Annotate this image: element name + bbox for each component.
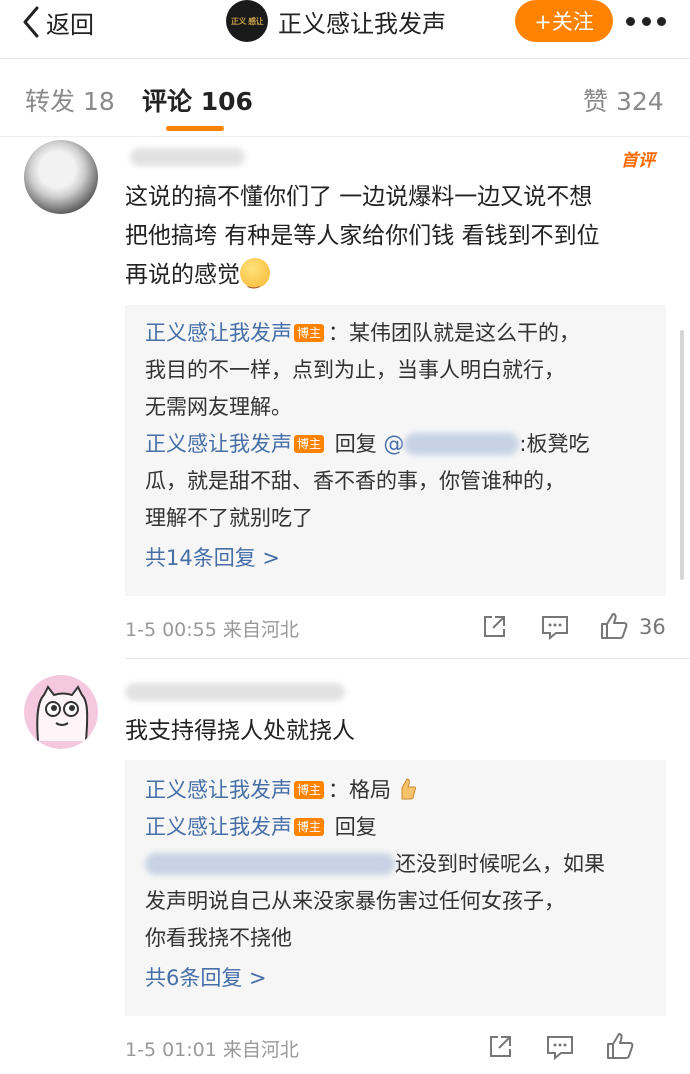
comment-line: 这说的搞不懂你们了 一边说爆料一边又说不想: [125, 184, 593, 210]
like-icon[interactable]: [606, 1032, 634, 1060]
reply-text: 我目的不一样，点到为止，当事人明白就行，: [145, 358, 565, 382]
comment-text: 我支持得挠人处就挠人: [125, 712, 670, 751]
blogger-badge: 博主: [294, 324, 325, 342]
reply-text: ：某伟团队就是这么干的，: [328, 321, 581, 345]
reply-author[interactable]: 正义感让我发声: [145, 321, 292, 345]
reply-item[interactable]: 正义感让我发声 博主 ：格局: [145, 772, 646, 809]
more-replies-link[interactable]: 共14条回复 >: [145, 546, 280, 570]
blogger-badge: 博主: [294, 781, 325, 799]
back-button[interactable]: 返回: [22, 4, 94, 40]
comment-icon[interactable]: [546, 1034, 574, 1060]
reply-item[interactable]: 正义感让我发声 博主 回复: [145, 809, 646, 846]
mention-blurred[interactable]: [145, 853, 395, 875]
blogger-badge: 博主: [294, 435, 325, 453]
first-comment-badge: 首评: [621, 151, 655, 171]
page-title: 正义感让我发声: [278, 10, 446, 38]
reply-text: 发声明说自己从来没家暴伤害过任何女孩子，: [145, 889, 565, 913]
scrollbar[interactable]: [680, 330, 684, 580]
reply-word: 回复: [328, 815, 377, 839]
comment-line: 把他搞垮 有种是等人家给你们钱 看钱到不到位: [125, 223, 600, 249]
reply-item[interactable]: 正义感让我发声 博主 ：某伟团队就是这么干的，: [145, 315, 646, 352]
reply-author[interactable]: 正义感让我发声: [145, 778, 292, 802]
tab-reposts[interactable]: 转发 18: [25, 82, 115, 118]
share-icon[interactable]: [481, 614, 507, 640]
comment-meta: 1-5 01:01 来自河北: [125, 1035, 299, 1062]
follow-button[interactable]: +关注: [515, 0, 613, 42]
commenter-avatar[interactable]: [24, 140, 98, 214]
tabs-divider: [0, 136, 690, 137]
commenter-name-blurred[interactable]: [125, 683, 345, 701]
comment-location: 来自河北: [222, 619, 299, 641]
reply-item[interactable]: 还没到时候呢么，如果: [145, 846, 646, 883]
commenter-name-blurred[interactable]: [130, 148, 245, 166]
thumbs-up-emoji-icon: [401, 778, 416, 800]
commenter-avatar[interactable]: [24, 675, 98, 749]
top-bar: 返回 正义 感让 正义感让我发声 +关注: [0, 0, 690, 44]
like-count: 36: [639, 615, 666, 639]
reply-author[interactable]: 正义感让我发声: [145, 815, 292, 839]
tab-likes[interactable]: 赞 324: [583, 82, 664, 118]
comment-icon[interactable]: [541, 614, 569, 640]
reply-text: ：格局: [328, 778, 392, 802]
more-options-icon[interactable]: [626, 12, 666, 30]
comment-time: 1-5 01:01: [125, 1039, 217, 1061]
reply-text: 还没到时候呢么，如果: [395, 852, 605, 876]
comment-line: 再说的感觉: [125, 262, 240, 288]
smile-emoji-icon: [240, 258, 270, 301]
comment-time: 1-5 00:55: [125, 619, 217, 641]
cartoon-cat-icon: [36, 685, 89, 742]
tab-comments[interactable]: 评论 106: [142, 82, 253, 118]
reply-box: 正义感让我发声 博主 ：格局 正义感让我发声 博主 回复 还没到时候呢么，如果 发声明…: [125, 760, 666, 1016]
active-tab-indicator: [166, 126, 224, 131]
reply-text: :板凳吃: [519, 432, 590, 456]
comment-location: 来自河北: [222, 1039, 299, 1061]
chevron-left-icon: [23, 6, 39, 38]
back-label: 返回: [46, 10, 94, 39]
blogger-logo-text: 正义 感让: [230, 16, 264, 26]
reply-text: 瓜，就是甜不甜、香不香的事，你管谁种的，: [145, 469, 565, 493]
reply-box: 正义感让我发声 博主 ：某伟团队就是这么干的， 我目的不一样，点到为止，当事人明白就…: [125, 305, 666, 596]
reply-item[interactable]: 正义感让我发声 博主 回复 @ :板凳吃: [145, 426, 646, 463]
more-replies-link[interactable]: 共6条回复 >: [145, 966, 267, 990]
mention-at[interactable]: @: [383, 432, 404, 456]
blogger-avatar[interactable]: 正义 感让: [226, 0, 268, 42]
reply-word: 回复: [328, 432, 384, 456]
reply-text: 理解不了就别吃了: [145, 506, 313, 530]
like-icon[interactable]: [600, 612, 628, 640]
reply-text: 无需网友理解。: [145, 395, 292, 419]
comment-divider: [125, 658, 690, 659]
comment-line: 我支持得挠人处就挠人: [125, 718, 355, 744]
blogger-badge: 博主: [294, 818, 325, 836]
header-divider: [0, 58, 690, 59]
reply-text: 你看我挠不挠他: [145, 926, 292, 950]
comment-text: 这说的搞不懂你们了 一边说爆料一边又说不想 把他搞垮 有种是等人家给你们钱 看钱…: [125, 178, 670, 301]
mention-blurred[interactable]: [404, 433, 520, 455]
share-icon[interactable]: [487, 1034, 513, 1060]
reply-author[interactable]: 正义感让我发声: [145, 432, 292, 456]
comment-meta: 1-5 00:55 来自河北: [125, 615, 299, 642]
